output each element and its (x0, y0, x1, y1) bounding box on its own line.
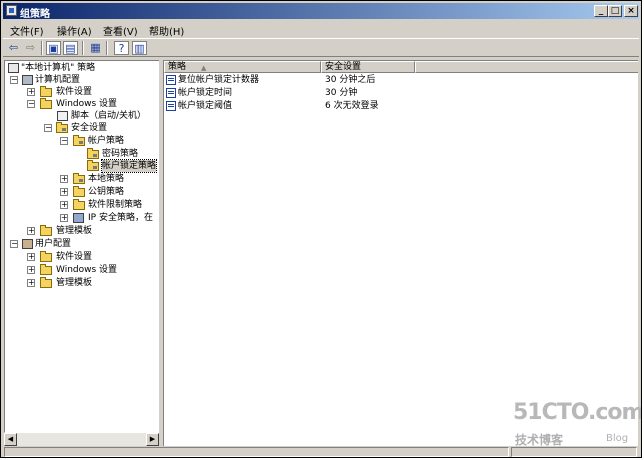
menu-file[interactable]: 文件(F) (10, 23, 44, 38)
column-header-setting[interactable]: 安全设置 (321, 61, 415, 73)
policy-setting-icon (166, 75, 176, 85)
expand-icon[interactable]: + (60, 214, 68, 222)
group-policy-app-icon (6, 5, 17, 16)
toolbar-separator (82, 41, 84, 55)
user-icon (22, 239, 33, 249)
expand-icon[interactable]: + (60, 175, 68, 183)
policy-setting-icon (166, 88, 176, 98)
expand-icon[interactable]: + (27, 253, 35, 261)
security-folder-icon (56, 122, 68, 133)
window-title: 组策略 (20, 9, 50, 20)
expand-icon[interactable]: + (27, 279, 35, 287)
menu-help[interactable]: 帮助(H) (149, 23, 184, 38)
close-button[interactable]: × (624, 5, 638, 17)
folder-icon (40, 264, 52, 275)
menu-view[interactable]: 查看(V) (103, 23, 138, 38)
collapse-icon[interactable]: − (10, 76, 18, 84)
expand-icon[interactable]: + (60, 188, 68, 196)
collapse-icon[interactable]: − (10, 240, 18, 248)
list-item[interactable]: 帐户锁定阈值 6 次无效登录 (164, 100, 634, 112)
properties-icon[interactable]: ▥ (132, 41, 147, 55)
expand-icon[interactable]: + (60, 201, 68, 209)
watermark-logo: 51CTO.com (513, 400, 642, 425)
show-hide-tree-icon[interactable]: ▤ (63, 41, 78, 55)
collapse-icon[interactable]: − (44, 124, 52, 132)
network-security-icon (73, 213, 84, 223)
folder-open-icon (40, 98, 52, 109)
policy-list[interactable]: 策略 ▲ 安全设置 复位帐户锁定计数器 30 分钟之后 帐户锁定时间 30 分钟… (163, 60, 638, 446)
sort-ascending-icon: ▲ (201, 64, 207, 72)
security-folder-icon (87, 148, 99, 159)
watermark-subtitle: 技术博客 (515, 433, 564, 447)
script-icon (57, 111, 68, 121)
scroll-left-icon[interactable]: ◀ (4, 433, 17, 446)
collapse-icon[interactable]: − (27, 100, 35, 108)
status-bar (3, 447, 639, 457)
group-policy-window: 组策略 _ □ × 文件(F) 操作(A) 查看(V) 帮助(H) ⇦ ⇨ ▣ … (0, 0, 642, 458)
collapse-icon[interactable]: − (60, 137, 68, 145)
toolbar-separator (106, 41, 108, 55)
column-header-policy[interactable]: 策略 ▲ (164, 61, 321, 73)
security-folder-icon (87, 160, 99, 171)
toolbar: ⇦ ⇨ ▣ ▤ ▦ ? ▥ (3, 38, 639, 57)
expand-icon[interactable]: + (27, 266, 35, 274)
folder-icon (73, 199, 85, 210)
up-folder-icon[interactable]: ▣ (46, 41, 61, 55)
watermark-blog: Blog (606, 433, 629, 444)
export-list-icon[interactable]: ▦ (88, 41, 103, 55)
list-item[interactable]: 复位帐户锁定计数器 30 分钟之后 (164, 74, 634, 86)
policy-root-icon (8, 63, 19, 73)
minimize-button[interactable]: _ (594, 5, 608, 17)
policy-setting-icon (166, 101, 176, 111)
title-bar[interactable]: 组策略 _ □ × (3, 3, 639, 20)
scroll-right-icon[interactable]: ▶ (146, 433, 159, 446)
folder-icon (73, 186, 85, 197)
column-header-filler (415, 61, 638, 73)
forward-arrow-icon[interactable]: ⇨ (23, 41, 38, 55)
help-icon[interactable]: ? (114, 41, 129, 55)
menu-action[interactable]: 操作(A) (57, 23, 92, 38)
security-folder-icon (73, 135, 85, 146)
status-cell-main (4, 447, 509, 457)
status-cell-secondary (511, 447, 637, 457)
maximize-button[interactable]: □ (608, 5, 622, 17)
folder-icon (40, 86, 52, 97)
folder-icon (40, 225, 52, 236)
list-item[interactable]: 帐户锁定时间 30 分钟 (164, 87, 634, 99)
computer-icon (22, 75, 33, 85)
console-tree[interactable]: "本地计算机" 策略 − 计算机配置 + 软件设置 − Windows 设置 脚… (4, 60, 159, 433)
folder-icon (40, 251, 52, 262)
expand-icon[interactable]: + (27, 88, 35, 96)
tree-horizontal-scrollbar[interactable]: ◀ ▶ (4, 433, 159, 446)
toolbar-separator (41, 41, 43, 55)
back-arrow-icon[interactable]: ⇦ (6, 41, 21, 55)
security-folder-icon (73, 173, 85, 184)
folder-icon (40, 277, 52, 288)
expand-icon[interactable]: + (27, 227, 35, 235)
